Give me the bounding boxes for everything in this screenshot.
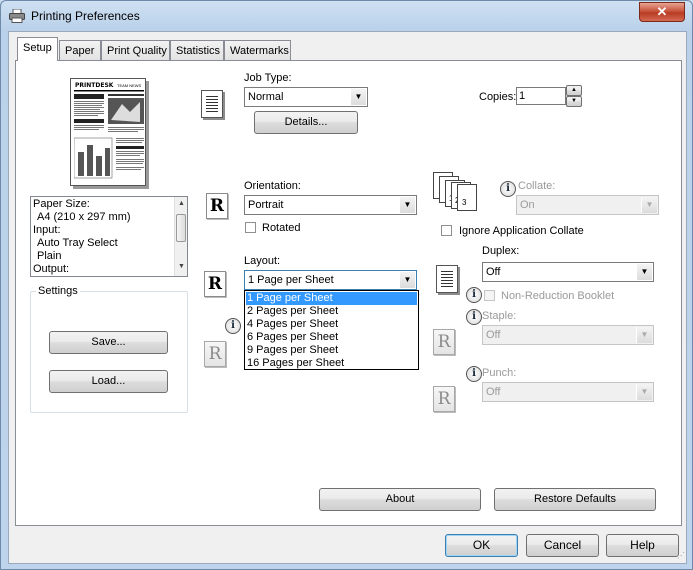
layout-option[interactable]: 4 Pages per Sheet [246, 318, 417, 331]
orientation-icon: R [206, 193, 228, 219]
job-type-select[interactable]: Normal ▼ [244, 87, 368, 107]
punch-icon: R [433, 386, 455, 412]
cancel-button[interactable]: Cancel [526, 534, 599, 557]
copies-spinner[interactable]: ▲ ▼ [566, 85, 582, 107]
job-type-icon [201, 90, 223, 118]
duplex-label: Duplex: [482, 245, 520, 257]
settings-group-title: Settings [36, 285, 80, 297]
punch-label: Punch: [482, 367, 517, 379]
ignore-collate-label: Ignore Application Collate [459, 225, 584, 237]
setup-panel: PRINTDESK TEAM NEWS Paper Size: A4 (210 … [15, 60, 682, 526]
list-item: Output: [33, 263, 70, 275]
layout-option[interactable]: 9 Pages per Sheet [246, 344, 417, 357]
list-scrollbar[interactable]: ▲ ▼ [174, 197, 187, 276]
title-bar[interactable]: Printing Preferences ✕ [1, 1, 693, 31]
preview-masthead: PRINTDESK [75, 82, 114, 89]
tab-paper[interactable]: Paper [59, 40, 101, 60]
staple-label: Staple: [482, 310, 517, 322]
window-title: Printing Preferences [31, 9, 140, 23]
staple-value: Off [486, 329, 501, 341]
punch-select: Off ▼ [482, 382, 654, 402]
punch-info-icon[interactable]: i [466, 366, 482, 382]
layout-label: Layout: [244, 255, 281, 267]
details-button[interactable]: Details... [254, 111, 358, 134]
printing-preferences-window: Printing Preferences ✕ Setup Paper Print… [0, 0, 693, 570]
preview-content-graphic [74, 90, 144, 179]
list-item: Input: [33, 224, 61, 236]
layout-option[interactable]: 6 Pages per Sheet [246, 331, 417, 344]
chevron-down-icon: ▼ [641, 197, 657, 213]
chevron-down-icon: ▼ [399, 197, 415, 213]
layout-value: 1 Page per Sheet [248, 274, 334, 286]
save-button[interactable]: Save... [49, 331, 168, 354]
job-type-label: Job Type: [244, 72, 292, 84]
layout-dropdown-list[interactable]: 1 Page per Sheet 2 Pages per Sheet 4 Pag… [244, 290, 419, 370]
copies-label: Copies: [479, 91, 517, 103]
list-item: Plain [37, 250, 62, 262]
page-preview: PRINTDESK TEAM NEWS [70, 78, 146, 186]
duplex-value: Off [486, 266, 501, 278]
preview-tagline: TEAM NEWS [117, 83, 142, 88]
orientation-label: Orientation: [244, 180, 301, 192]
chevron-down-icon: ▼ [399, 272, 415, 288]
close-button[interactable]: ✕ [639, 2, 685, 22]
scroll-down-icon[interactable]: ▼ [178, 263, 185, 270]
copies-input[interactable]: 1 [516, 87, 566, 105]
punch-value: Off [486, 386, 501, 398]
tab-print-quality[interactable]: Print Quality [101, 40, 170, 60]
layout-icon: R [204, 271, 226, 297]
list-item: Paper Size: [33, 198, 90, 210]
layout-option[interactable]: 1 Page per Sheet [246, 292, 417, 305]
collate-select: On ▼ [516, 195, 659, 215]
about-button[interactable]: About [319, 488, 481, 511]
duplex-select[interactable]: Off ▼ [482, 262, 654, 282]
duplex-icon [436, 265, 458, 293]
layout-select[interactable]: 1 Page per Sheet ▼ [244, 270, 417, 290]
booklet-info-icon[interactable]: i [466, 287, 482, 303]
rotated-label: Rotated [262, 222, 301, 234]
scroll-up-icon[interactable]: ▲ [178, 200, 185, 207]
orientation-value: Portrait [248, 199, 284, 211]
tab-setup[interactable]: Setup [17, 37, 58, 61]
collate-label: Collate: [518, 180, 556, 192]
help-button[interactable]: Help [606, 534, 679, 557]
collate-value: On [520, 199, 535, 211]
non-reduction-booklet-checkbox [484, 290, 495, 301]
chevron-down-icon: ▼ [636, 264, 652, 280]
chevron-down-icon: ▼ [636, 327, 652, 343]
layout-option[interactable]: 2 Pages per Sheet [246, 305, 417, 318]
chevron-down-icon: ▼ [636, 384, 652, 400]
settings-summary-list[interactable]: Paper Size: A4 (210 x 297 mm) Input: Aut… [30, 196, 188, 277]
layout-info-icon[interactable]: i [225, 318, 241, 334]
load-button[interactable]: Load... [49, 370, 168, 393]
list-item: Auto Tray Select [37, 237, 118, 249]
list-item: A4 (210 x 297 mm) [37, 211, 131, 223]
rotated-checkbox[interactable] [245, 222, 256, 233]
tab-statistics[interactable]: Statistics [170, 40, 224, 60]
spin-down-icon[interactable]: ▼ [566, 96, 582, 107]
job-type-value: Normal [248, 91, 284, 103]
collate-info-icon[interactable]: i [500, 181, 516, 197]
scroll-thumb[interactable] [176, 214, 186, 242]
resize-grip-icon[interactable]: ⋰ [677, 552, 686, 562]
printer-icon [9, 9, 25, 23]
staple-info-icon[interactable]: i [466, 309, 482, 325]
tab-watermarks[interactable]: Watermarks [224, 40, 291, 60]
ok-button[interactable]: OK [445, 534, 518, 557]
orientation-select[interactable]: Portrait ▼ [244, 195, 417, 215]
non-reduction-booklet-label: Non-Reduction Booklet [501, 290, 615, 302]
layout-option[interactable]: 16 Pages per Sheet [246, 357, 417, 370]
staple-icon: R [433, 329, 455, 355]
ignore-collate-checkbox[interactable] [441, 225, 452, 236]
chevron-down-icon: ▼ [350, 89, 366, 105]
collate-stack-icon: 1 2 3 [433, 168, 485, 216]
staple-select: Off ▼ [482, 325, 654, 345]
dialog-body: Setup Paper Print Quality Statistics Wat… [8, 31, 687, 564]
spin-up-icon[interactable]: ▲ [566, 85, 582, 96]
layout-disabled-icon: R [204, 341, 226, 367]
restore-defaults-button[interactable]: Restore Defaults [494, 488, 656, 511]
